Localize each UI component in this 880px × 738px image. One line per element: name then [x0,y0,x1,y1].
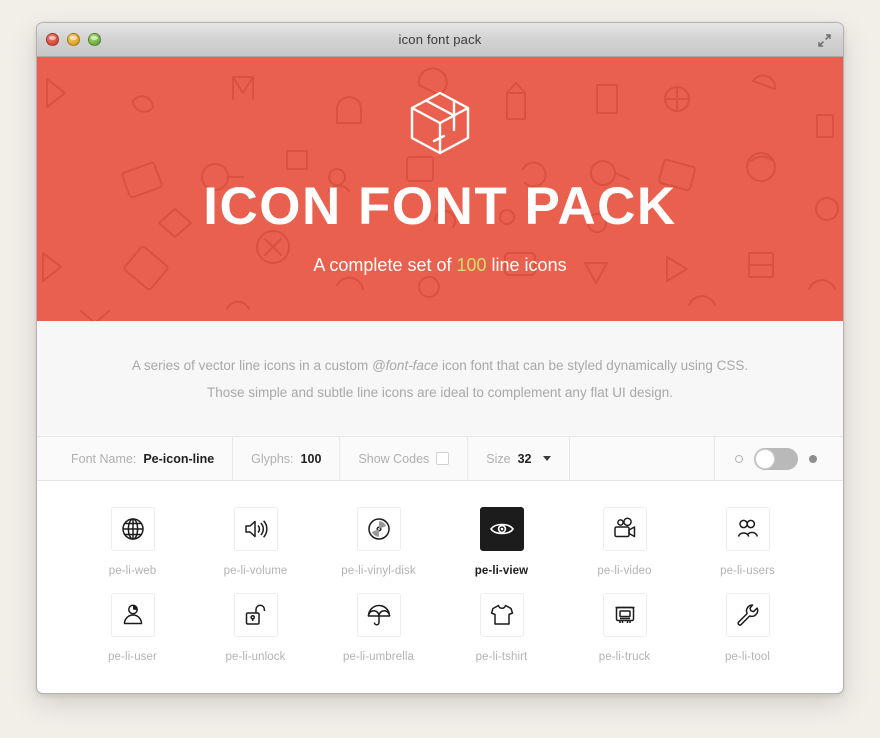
icon-tile[interactable] [602,593,647,637]
icon-tile[interactable] [110,507,155,551]
icon-cell-tshirt[interactable]: pe-li-tshirt [440,593,563,663]
dark-mode-dot-icon[interactable] [809,454,817,463]
eye-icon [489,523,514,535]
icon-tile[interactable] [233,593,278,637]
icon-tile[interactable] [356,593,401,637]
font-name-label: Font Name: [71,451,137,466]
icon-cell-unlock[interactable]: pe-li-unlock [194,593,317,663]
window-titlebar[interactable]: icon font pack [37,23,843,57]
icon-cell-tool[interactable]: pe-li-tool [686,593,809,663]
icon-cell-volume[interactable]: pe-li-volume [194,507,317,577]
glyphs-count-field: Glyphs: 100 [233,437,341,480]
toolbar-spacer [570,437,715,480]
show-codes-checkbox[interactable] [436,452,450,465]
icon-cell-view[interactable]: pe-li-view [440,507,563,577]
icon-tile[interactable] [356,507,401,551]
display-mode-toggle[interactable] [715,437,843,480]
icon-tile[interactable] [479,593,524,637]
description-line-1-part-2: icon font that can be styled dynamically… [438,357,749,373]
app-window: icon font pack ICON FONT PACK A complete… [36,22,844,694]
icon-label: pe-li-user [108,651,157,663]
hero-subtitle-prefix: A complete set of [313,255,457,275]
unlock-icon [245,604,265,625]
icon-label: pe-li-vinyl-disk [341,565,416,577]
light-mode-dot-icon[interactable] [735,454,743,463]
icon-tile[interactable] [602,507,647,551]
icon-label: pe-li-truck [598,651,651,663]
icon-tile[interactable] [725,507,770,551]
theme-switch-knob[interactable] [755,448,775,469]
description-band: A series of vector line icons in a custo… [37,321,843,437]
traffic-lights [46,33,101,46]
options-toolbar: Font Name: Pe-icon-line Glyphs: 100 Show… [37,437,843,481]
zoom-button[interactable] [88,33,101,46]
icon-cell-user[interactable]: pe-li-user [71,593,194,663]
users-icon [737,519,758,537]
font-name-value: Pe-icon-line [143,451,215,466]
icon-label: pe-li-unlock [225,651,286,663]
description-line-2: Those simple and subtle line icons are i… [206,384,673,400]
icon-label: pe-li-users [720,565,775,577]
tshirt-icon [490,604,513,625]
hero-subtitle-count: 100 [456,255,487,275]
icon-tile[interactable] [479,507,524,551]
icon-grid: pe-li-web pe-li-volume pe-li-vinyl-disk … [37,481,843,663]
umbrella-icon [367,604,390,626]
size-selector[interactable]: Size 32 [468,437,570,480]
icon-tile[interactable] [725,593,770,637]
wrench-icon [736,604,758,626]
glyphs-label: Glyphs: [251,451,294,466]
package-box-icon [404,87,476,164]
icon-cell-vinyl-disk[interactable]: pe-li-vinyl-disk [317,507,440,577]
hero-subtitle-suffix: line icons [486,255,567,275]
fullscreen-expand-icon[interactable] [813,29,835,51]
show-codes-toggle[interactable]: Show Codes [340,437,469,480]
description-line-1-part-1: A series of vector line icons in a custo… [131,357,372,373]
icon-tile[interactable] [233,507,278,551]
font-name-field: Font Name: Pe-icon-line [37,437,234,480]
truck-icon [615,606,634,623]
hero-subtitle: A complete set of 100 line icons [313,255,566,276]
icon-cell-users[interactable]: pe-li-users [686,507,809,577]
glyphs-value: 100 [300,451,322,466]
size-value: 32 [517,451,532,466]
hero-banner: ICON FONT PACK A complete set of 100 lin… [37,57,843,321]
chevron-down-icon[interactable] [542,456,551,461]
close-button[interactable] [46,33,59,46]
icon-label: pe-li-tool [724,651,771,663]
icon-cell-truck[interactable]: pe-li-truck [563,593,686,663]
vinyl-disk-icon [367,518,390,540]
icon-label: pe-li-umbrella [342,651,415,663]
minimize-button[interactable] [67,33,80,46]
icon-cell-web[interactable]: pe-li-web [71,507,194,577]
icon-cell-video[interactable]: pe-li-video [563,507,686,577]
description-line-1: A series of vector line icons in a custo… [132,358,748,373]
icon-label: pe-li-view [474,565,529,577]
show-codes-label: Show Codes [358,451,430,466]
window-title: icon font pack [398,32,482,47]
user-icon [123,604,142,625]
icon-tile[interactable] [110,593,155,637]
icon-label: pe-li-tshirt [475,651,528,663]
icon-label: pe-li-video [597,565,652,577]
globe-icon [121,518,144,540]
font-face-emphasis: @font-face [371,357,439,373]
speaker-icon [244,520,268,538]
icon-label: pe-li-web [108,565,157,577]
icon-cell-umbrella[interactable]: pe-li-umbrella [317,593,440,663]
page-title: ICON FONT PACK [203,177,677,236]
video-camera-icon [613,517,635,538]
theme-switch[interactable] [754,447,798,470]
icon-label: pe-li-volume [223,565,288,577]
size-label: Size [486,451,511,466]
